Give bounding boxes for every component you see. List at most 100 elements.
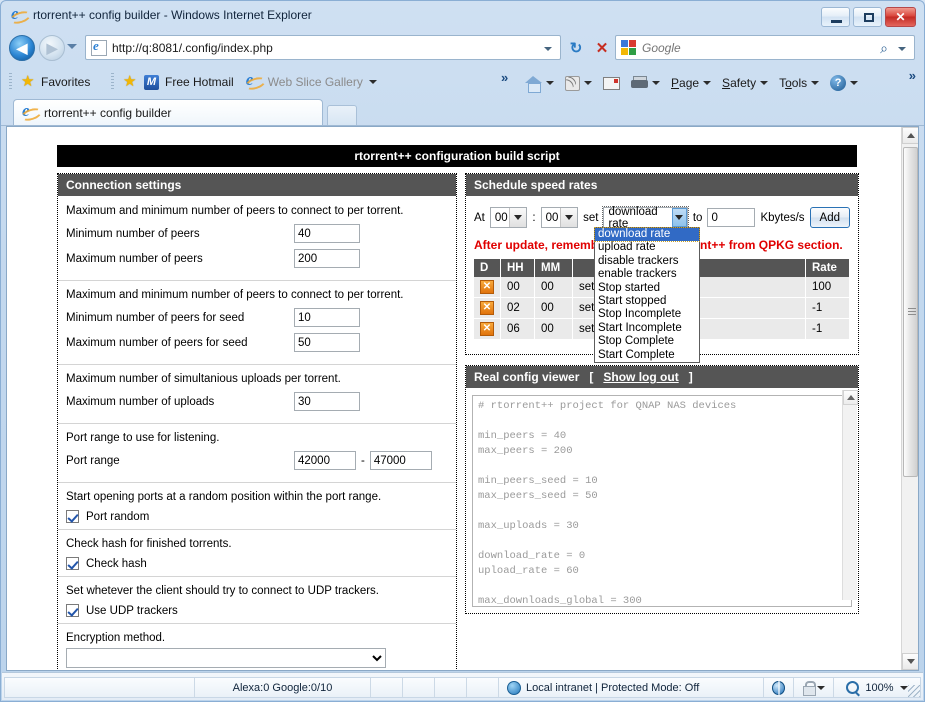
new-tab-button[interactable]: [327, 105, 357, 126]
address-bar[interactable]: http://q:8081/.config/index.php: [85, 35, 561, 60]
dropdown-option-stop-incomplete[interactable]: Stop Incomplete: [595, 308, 699, 321]
close-button[interactable]: ✕: [885, 7, 916, 27]
add-button[interactable]: Add: [809, 207, 851, 228]
address-dropdown-icon[interactable]: [544, 47, 552, 51]
help-menu[interactable]: ?: [826, 73, 862, 93]
minute-chevron-down-icon[interactable]: [560, 208, 578, 227]
back-button[interactable]: ◀: [9, 35, 35, 61]
compatibility-view-button[interactable]: [764, 678, 794, 697]
recent-pages-chevron-icon[interactable]: [67, 44, 77, 49]
check-hash-checkbox[interactable]: [66, 557, 79, 570]
hour-select[interactable]: 00: [489, 207, 528, 228]
dropdown-option-download-rate[interactable]: download rate: [594, 226, 700, 243]
tools-menu[interactable]: Tools: [775, 74, 823, 92]
min-peers-input[interactable]: [294, 224, 360, 243]
scrollbar-thumb[interactable]: [903, 147, 918, 477]
scroll-up-button[interactable]: [902, 127, 918, 144]
print-chevron-down-icon[interactable]: [652, 81, 660, 85]
config-scrollbar[interactable]: [842, 390, 858, 600]
delete-cell[interactable]: ✕: [474, 277, 501, 298]
favorites-overflow-chevron-icon[interactable]: »: [501, 70, 508, 85]
toolbar-grip[interactable]: [9, 73, 12, 91]
safety-menu[interactable]: Safety: [718, 74, 772, 92]
delete-icon[interactable]: ✕: [480, 301, 494, 315]
config-scroll-up-button[interactable]: [843, 390, 858, 405]
forward-button[interactable]: ▶: [39, 35, 65, 61]
favorites-button[interactable]: ★ Favorites: [21, 72, 90, 92]
feeds-button[interactable]: [561, 74, 596, 93]
page-chevron-down-icon[interactable]: [703, 81, 712, 85]
print-button[interactable]: [627, 74, 664, 92]
max-peers-input[interactable]: [294, 249, 360, 268]
web-slice-chevron-down-icon[interactable]: [368, 80, 377, 84]
max-uploads-input[interactable]: [294, 392, 360, 411]
dropdown-option-disable-trackers[interactable]: disable trackers: [595, 255, 699, 268]
stop-button[interactable]: ✕: [589, 35, 615, 60]
refresh-icon: ↻: [569, 39, 583, 57]
search-icon[interactable]: ⌕: [880, 40, 888, 57]
zoom-chevron-down-icon[interactable]: [899, 685, 908, 690]
tab-rtorrent-config-builder[interactable]: rtorrent++ config builder: [13, 99, 323, 126]
safety-chevron-down-icon[interactable]: [760, 81, 769, 85]
dropdown-option-upload-rate[interactable]: upload rate: [595, 241, 699, 254]
config-text-area[interactable]: # rtorrent++ project for QNAP NAS device…: [472, 395, 852, 607]
show-log-out-link[interactable]: Show log out: [603, 370, 678, 384]
command-bar-overflow-chevron-icon[interactable]: »: [909, 68, 916, 83]
page-menu[interactable]: Page: [667, 74, 715, 92]
delete-icon[interactable]: ✕: [480, 280, 494, 294]
hour-chevron-down-icon[interactable]: [509, 208, 527, 227]
delete-icon[interactable]: ✕: [480, 322, 494, 336]
port-range-to-input[interactable]: [369, 451, 432, 470]
privacy-report-button[interactable]: [794, 678, 834, 697]
checkbox-row-port-random[interactable]: Port random: [66, 510, 448, 523]
col-mm: MM: [534, 259, 573, 277]
action-dropdown-list[interactable]: download rate upload rate disable tracke…: [594, 226, 700, 363]
refresh-button[interactable]: ↻: [563, 35, 589, 60]
scroll-down-button[interactable]: [902, 653, 918, 670]
search-provider-chevron-icon[interactable]: [898, 47, 906, 51]
dropdown-option-start-stopped[interactable]: Start stopped: [595, 295, 699, 308]
port-range-from-input[interactable]: [294, 451, 356, 470]
hotmail-icon: M: [144, 74, 159, 90]
use-udp-trackers-checkbox[interactable]: [66, 604, 79, 617]
home-chevron-down-icon[interactable]: [546, 81, 554, 85]
feeds-chevron-down-icon[interactable]: [584, 81, 592, 85]
resize-grip[interactable]: [908, 685, 920, 697]
cell-mm: 00: [534, 318, 573, 340]
dropdown-option-start-incomplete[interactable]: Start Incomplete: [595, 322, 699, 335]
dropdown-option-stop-complete[interactable]: Stop Complete: [595, 335, 699, 348]
checkbox-label: Use UDP trackers: [86, 604, 178, 617]
port-random-checkbox[interactable]: [66, 510, 79, 523]
maximize-button[interactable]: [853, 7, 882, 27]
rate-input[interactable]: [707, 208, 756, 227]
set-label: set: [583, 211, 599, 224]
security-zone-status[interactable]: Local intranet | Protected Mode: Off: [499, 678, 764, 697]
action-select[interactable]: download rate: [602, 206, 689, 230]
max-peers-seed-input[interactable]: [294, 333, 360, 352]
chevron-up-icon: [906, 133, 915, 138]
encryption-method-select[interactable]: [66, 648, 386, 668]
favorite-link-web-slice-gallery[interactable]: Web Slice Gallery: [268, 75, 363, 89]
search-box[interactable]: Google ⌕: [615, 35, 915, 60]
minute-select[interactable]: 00: [540, 207, 579, 228]
favorites-grip[interactable]: [111, 73, 114, 91]
favorite-link-hotmail[interactable]: Free Hotmail: [165, 75, 234, 89]
read-mail-button[interactable]: [599, 75, 624, 92]
home-button[interactable]: [521, 74, 558, 93]
tools-chevron-down-icon[interactable]: [811, 81, 820, 85]
delete-cell[interactable]: ✕: [474, 318, 501, 340]
dropdown-option-stop-started[interactable]: Stop started: [595, 282, 699, 295]
help-chevron-down-icon[interactable]: [850, 81, 859, 85]
minimize-button[interactable]: [821, 7, 850, 27]
schedule-speed-rates-heading: Schedule speed rates: [466, 174, 858, 197]
dropdown-option-enable-trackers[interactable]: enable trackers: [595, 268, 699, 281]
action-chevron-down-icon[interactable]: [671, 208, 687, 227]
dropdown-option-start-complete[interactable]: Start Complete: [595, 349, 699, 362]
add-favorite-icon[interactable]: ★: [123, 74, 138, 90]
page-scrollbar[interactable]: [901, 127, 918, 670]
checkbox-row-udp-trackers[interactable]: Use UDP trackers: [66, 604, 448, 617]
privacy-chevron-down-icon[interactable]: [817, 685, 825, 690]
min-peers-seed-input[interactable]: [294, 308, 360, 327]
delete-cell[interactable]: ✕: [474, 297, 501, 319]
checkbox-row-check-hash[interactable]: Check hash: [66, 557, 448, 570]
